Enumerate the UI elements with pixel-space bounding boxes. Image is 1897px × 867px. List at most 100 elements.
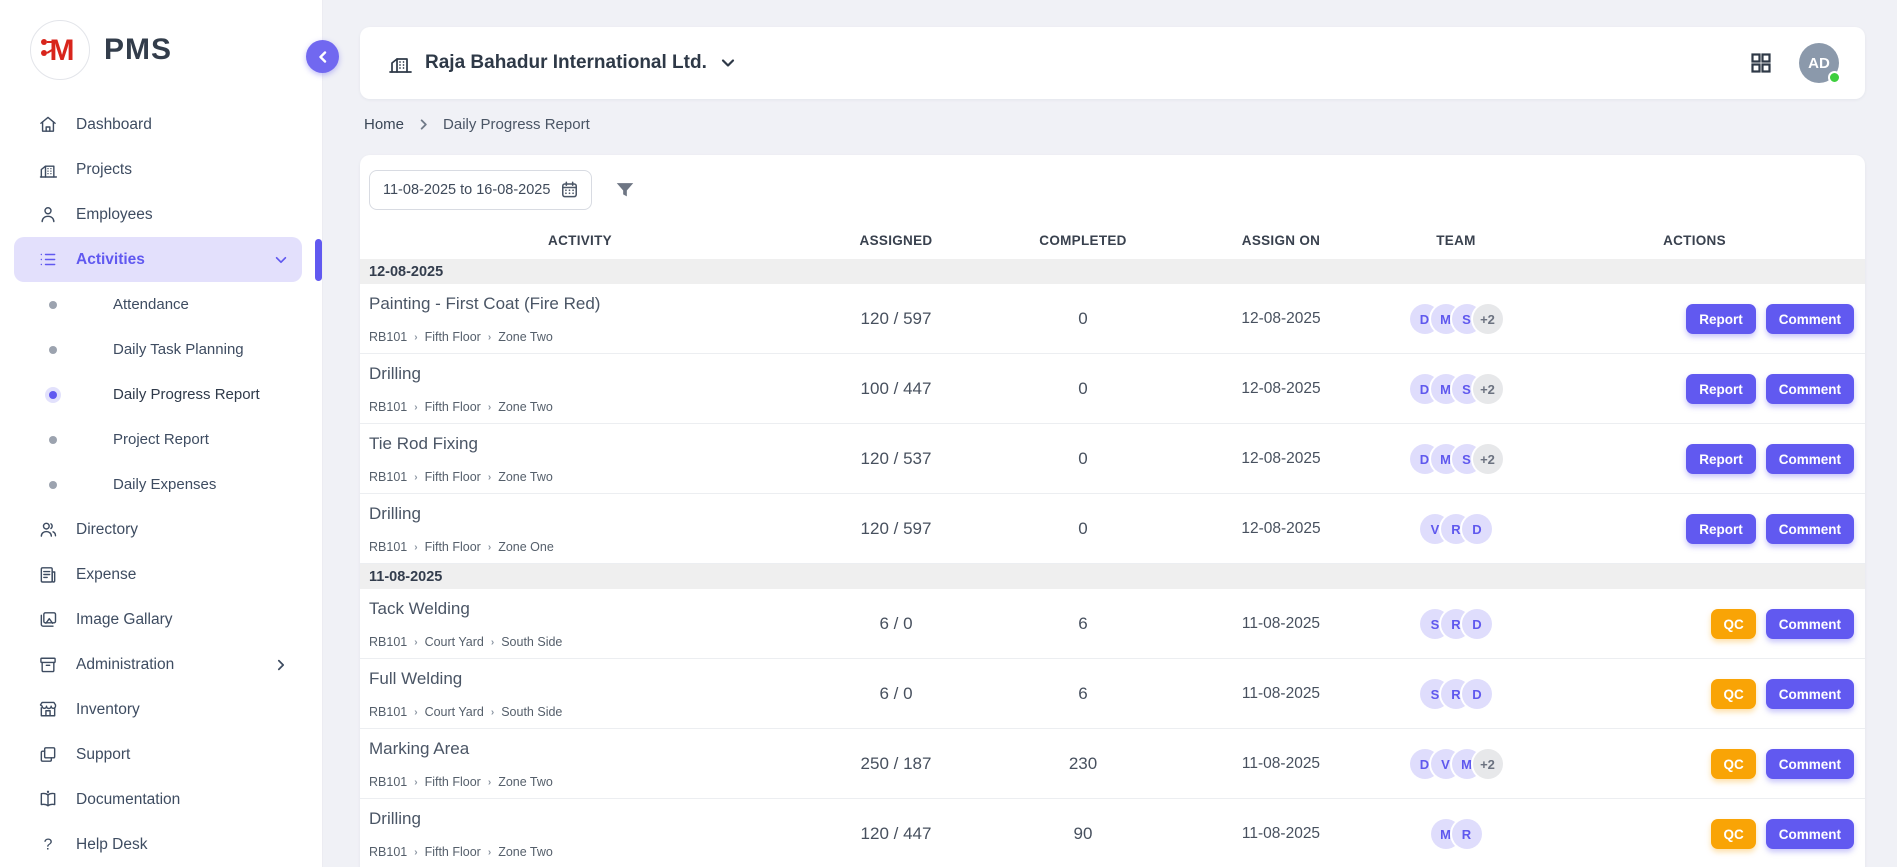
path-segment: South Side bbox=[501, 635, 562, 649]
team-member-avatar[interactable]: D bbox=[1462, 679, 1492, 709]
assign-on-value: 11-08-2025 bbox=[1174, 825, 1388, 843]
activity-location-path: RB101›Fifth Floor›Zone Two bbox=[369, 845, 800, 859]
sidebar-item-expense[interactable]: Expense bbox=[14, 552, 302, 597]
report-button[interactable]: Report bbox=[1686, 374, 1756, 404]
row-actions: Report Comment bbox=[1524, 304, 1865, 334]
team-more-badge[interactable]: +2 bbox=[1473, 444, 1503, 474]
sidebar-collapse-button[interactable] bbox=[306, 40, 339, 73]
building-icon bbox=[388, 51, 412, 75]
team-avatars: DVM+2 bbox=[1388, 749, 1524, 779]
chevron-right-icon: › bbox=[488, 847, 491, 858]
activity-title: Full Welding bbox=[369, 669, 800, 689]
user-menu[interactable]: AD bbox=[1799, 43, 1839, 83]
sidebar-item-inventory[interactable]: Inventory bbox=[14, 687, 302, 732]
sidebar-subitem-attendance[interactable]: Attendance bbox=[0, 282, 322, 327]
sidebar-item-label: Expense bbox=[76, 566, 136, 584]
comment-button[interactable]: Comment bbox=[1766, 609, 1854, 639]
sidebar-item-label: Image Gallary bbox=[76, 611, 172, 629]
activity-location-path: RB101›Fifth Floor›Zone Two bbox=[369, 330, 800, 344]
report-button[interactable]: Report bbox=[1686, 304, 1756, 334]
date-range-picker[interactable]: 11-08-2025 to 16-08-2025 bbox=[369, 170, 592, 210]
sidebar-subitem-daily-task-planning[interactable]: Daily Task Planning bbox=[0, 327, 322, 372]
company-selector[interactable]: Raja Bahadur International Ltd. bbox=[388, 51, 736, 75]
column-header-assigned: ASSIGNED bbox=[800, 233, 992, 248]
sidebar-subitem-daily-progress-report[interactable]: Daily Progress Report bbox=[0, 372, 322, 417]
receipt-icon bbox=[38, 564, 58, 585]
team-more-badge[interactable]: +2 bbox=[1473, 374, 1503, 404]
sidebar-item-administration[interactable]: Administration bbox=[14, 642, 302, 687]
chevron-down-icon bbox=[274, 253, 288, 267]
team-member-avatar[interactable]: D bbox=[1462, 609, 1492, 639]
assigned-value: 250 / 187 bbox=[800, 754, 992, 774]
column-header-actions: ACTIONS bbox=[1524, 233, 1865, 248]
chevron-right-icon: › bbox=[488, 542, 491, 553]
completed-value: 230 bbox=[992, 754, 1174, 774]
apps-grid-button[interactable] bbox=[1749, 51, 1773, 75]
path-segment: RB101 bbox=[369, 400, 407, 414]
comment-button[interactable]: Comment bbox=[1766, 749, 1854, 779]
filter-button[interactable] bbox=[614, 179, 636, 201]
path-segment: RB101 bbox=[369, 845, 407, 859]
team-member-avatar[interactable]: R bbox=[1452, 819, 1482, 849]
sidebar-item-help-desk[interactable]: ?Help Desk bbox=[14, 822, 302, 867]
team-more-badge[interactable]: +2 bbox=[1473, 749, 1503, 779]
comment-button[interactable]: Comment bbox=[1766, 819, 1854, 849]
sidebar-item-projects[interactable]: Projects bbox=[14, 147, 302, 192]
store-icon bbox=[38, 699, 58, 720]
table-row: Drilling RB101›Fifth Floor›Zone One 120 … bbox=[360, 494, 1865, 564]
sidebar-item-label: Activities bbox=[76, 251, 145, 269]
sidebar-subitem-project-report[interactable]: Project Report bbox=[0, 417, 322, 462]
comment-button[interactable]: Comment bbox=[1766, 374, 1854, 404]
sidebar-menu: DashboardProjects Employees Activities Atte… bbox=[0, 94, 322, 867]
calendar-icon bbox=[560, 180, 579, 199]
path-segment: RB101 bbox=[369, 330, 407, 344]
comment-button[interactable]: Comment bbox=[1766, 444, 1854, 474]
sidebar-item-activities[interactable]: Activities bbox=[14, 237, 302, 282]
activity-title: Marking Area bbox=[369, 739, 800, 759]
qc-button[interactable]: QC bbox=[1711, 679, 1755, 709]
sidebar-subitem-daily-expenses[interactable]: Daily Expenses bbox=[0, 462, 322, 507]
team-more-badge[interactable]: +2 bbox=[1473, 304, 1503, 334]
activity-cell: Painting - First Coat (Fire Red) RB101›F… bbox=[360, 284, 800, 354]
activity-title: Drilling bbox=[369, 364, 800, 384]
sidebar-item-dashboard[interactable]: Dashboard bbox=[14, 102, 302, 147]
sidebar-item-label: Employees bbox=[76, 206, 153, 224]
sidebar-item-label: Support bbox=[76, 746, 130, 764]
date-group-header: 12-08-2025 bbox=[360, 259, 1865, 284]
report-button[interactable]: Report bbox=[1686, 444, 1756, 474]
sidebar-item-documentation[interactable]: Documentation bbox=[14, 777, 302, 822]
app-root: M PMS DashboardProjects Employees Activiti… bbox=[0, 0, 1897, 867]
archive-icon bbox=[38, 654, 58, 675]
sidebar-subitem-label: Project Report bbox=[113, 431, 209, 448]
completed-value: 6 bbox=[992, 684, 1174, 704]
completed-value: 0 bbox=[992, 519, 1174, 539]
active-edge-indicator bbox=[315, 239, 322, 281]
person-icon bbox=[38, 204, 58, 225]
group-date: 12-08-2025 bbox=[369, 264, 443, 280]
comment-button[interactable]: Comment bbox=[1766, 304, 1854, 334]
sidebar-item-employees[interactable]: Employees bbox=[14, 192, 302, 237]
team-avatars: DMS+2 bbox=[1388, 304, 1524, 334]
breadcrumb-home[interactable]: Home bbox=[364, 116, 404, 133]
brand: M PMS bbox=[0, 0, 322, 94]
qc-button[interactable]: QC bbox=[1711, 749, 1755, 779]
activity-location-path: RB101›Court Yard›South Side bbox=[369, 635, 800, 649]
sidebar-item-support[interactable]: Support bbox=[14, 732, 302, 777]
team-member-avatar[interactable]: D bbox=[1462, 514, 1492, 544]
date-group-header: 11-08-2025 bbox=[360, 564, 1865, 589]
path-segment: Zone Two bbox=[498, 845, 553, 859]
sidebar-item-image-gallary[interactable]: Image Gallary bbox=[14, 597, 302, 642]
chevron-left-icon bbox=[317, 51, 329, 63]
sidebar-item-label: Help Desk bbox=[76, 836, 148, 854]
activity-cell: Marking Area RB101›Fifth Floor›Zone Two bbox=[360, 729, 800, 799]
path-segment: Fifth Floor bbox=[425, 400, 481, 414]
qc-button[interactable]: QC bbox=[1711, 609, 1755, 639]
sidebar-item-directory[interactable]: Directory bbox=[14, 507, 302, 552]
comment-button[interactable]: Comment bbox=[1766, 679, 1854, 709]
bullet-icon bbox=[49, 301, 57, 309]
comment-button[interactable]: Comment bbox=[1766, 514, 1854, 544]
report-button[interactable]: Report bbox=[1686, 514, 1756, 544]
assigned-value: 6 / 0 bbox=[800, 684, 992, 704]
date-range-value: 11-08-2025 to 16-08-2025 bbox=[383, 182, 550, 198]
qc-button[interactable]: QC bbox=[1711, 819, 1755, 849]
